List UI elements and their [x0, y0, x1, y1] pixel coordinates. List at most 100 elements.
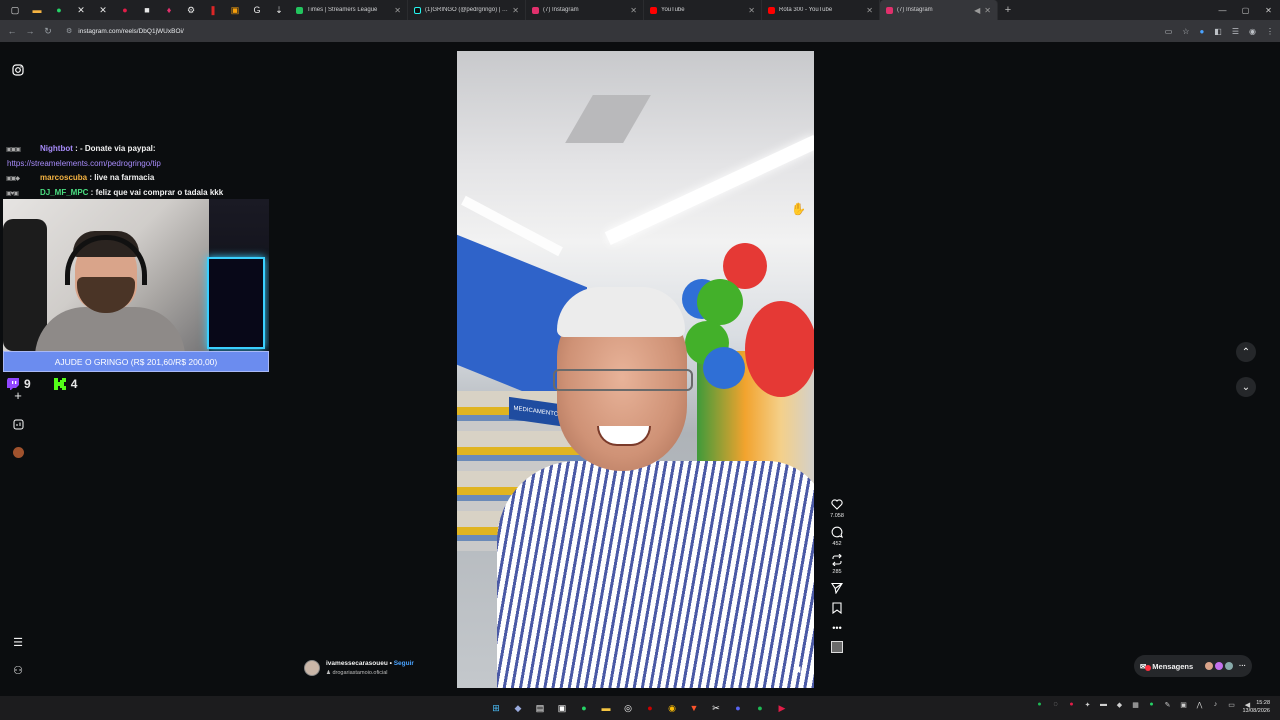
tray-icon[interactable]: ▬ [1098, 701, 1109, 715]
pinned-tab-icon[interactable]: ■ [136, 0, 158, 20]
pinned-tab-icon[interactable]: ▣ [224, 0, 246, 20]
author-avatar[interactable] [304, 660, 320, 676]
notepad-icon[interactable]: ▤ [532, 700, 548, 716]
tab-rota-300[interactable]: Rota 300 - YouTube ✕ [762, 0, 880, 20]
address-bar[interactable]: ⚙ instagram.com/reels/DbQ1jWUxBOi/ [60, 23, 1120, 39]
pinned-tab-icon[interactable]: ✕ [92, 0, 114, 20]
tab-streamers-league[interactable]: Times | Streamers League ✕ [290, 0, 408, 20]
app-icon[interactable]: ◆ [510, 700, 526, 716]
network-icon[interactable]: ▭ [1226, 701, 1237, 715]
messages-button[interactable]: ✉ Mensagens ··· [1134, 655, 1252, 677]
windows-start-icon[interactable]: ⊞ [488, 700, 504, 716]
repost-count[interactable]: 285 [832, 569, 841, 575]
comment-count[interactable]: 452 [832, 541, 841, 547]
reel-balloon [745, 301, 814, 397]
previous-reel-button[interactable]: ⌃ [1236, 342, 1256, 362]
extension-icon[interactable]: ● [1199, 27, 1204, 36]
microphone-icon[interactable]: ♪ [1210, 701, 1221, 715]
pinned-tab-icon[interactable]: ● [114, 0, 136, 20]
spotify-icon[interactable]: ● [752, 700, 768, 716]
reel-person-glasses [553, 369, 693, 391]
speaker-icon[interactable]: ◀ [974, 6, 980, 15]
terminal-icon[interactable]: ▣ [554, 700, 570, 716]
tray-icon[interactable]: ◆ [1114, 701, 1125, 715]
share-action [826, 581, 848, 595]
maximize-icon[interactable]: ▢ [1234, 6, 1257, 15]
tray-icon[interactable]: ✎ [1162, 701, 1173, 715]
streamer-webcam [3, 199, 269, 351]
brave-icon[interactable]: ▼ [686, 700, 702, 716]
close-icon[interactable]: ✕ [748, 6, 755, 15]
app-icon[interactable]: ● [642, 700, 658, 716]
obs-icon[interactable]: ◎ [620, 700, 636, 716]
pinned-tab-icon[interactable]: ✕ [70, 0, 92, 20]
pinned-tab-icon[interactable]: ▬ [26, 0, 48, 20]
chrome-icon[interactable]: ◉ [664, 700, 680, 716]
pinned-tab-icon[interactable]: ⇣ [268, 0, 290, 20]
tray-icon[interactable]: ◌ [1050, 701, 1061, 715]
tab-youtube[interactable]: YouTube ✕ [644, 0, 762, 20]
author-name[interactable]: ivamessecarasoueu [326, 660, 388, 667]
tab-instagram-active[interactable]: (7) Instagram ◀ ✕ [880, 0, 998, 20]
more-options-icon[interactable]: ••• [830, 621, 844, 635]
close-icon[interactable]: ✕ [394, 6, 401, 15]
tab-tiktok[interactable]: (1)GRINGO (@pedrgringo) | TikTok ✕ [408, 0, 526, 20]
more-menu-icon[interactable]: ☰ [10, 634, 26, 650]
share-icon[interactable] [830, 581, 844, 595]
repost-icon[interactable] [830, 553, 844, 567]
audio-thumbnail-icon[interactable] [831, 641, 843, 653]
extensions-puzzle-icon[interactable]: ◧ [1214, 27, 1222, 36]
discord-icon[interactable]: ● [730, 700, 746, 716]
close-icon[interactable]: ✕ [630, 6, 637, 15]
close-icon[interactable]: ✕ [984, 6, 991, 15]
chat-link[interactable]: https://streamelements.com/pedrogringo/t… [6, 157, 268, 171]
dashboard-icon[interactable] [10, 416, 26, 432]
tray-icon[interactable]: ● [1066, 701, 1077, 715]
profile-avatar-icon[interactable] [10, 444, 26, 460]
minimize-icon[interactable]: — [1211, 6, 1234, 15]
tray-icon[interactable]: ▦ [1130, 701, 1141, 715]
install-app-icon[interactable]: ▭ [1165, 27, 1173, 36]
spotify-tray-icon[interactable]: ● [1034, 701, 1045, 715]
whatsapp-icon[interactable]: ● [576, 700, 592, 716]
instagram-logo-icon[interactable] [10, 62, 26, 78]
tab-instagram[interactable]: (7) Instagram ✕ [526, 0, 644, 20]
new-tab-button[interactable]: + [998, 4, 1018, 16]
audio-muted-icon[interactable]: ◀ [790, 664, 804, 678]
meta-apps-icon[interactable]: ⚇ [10, 662, 26, 678]
back-icon[interactable]: ← [6, 26, 18, 36]
whatsapp-icon[interactable]: ● [48, 0, 70, 20]
close-icon[interactable]: ✕ [866, 6, 873, 15]
close-window-icon[interactable]: ✕ [1257, 6, 1280, 15]
profile-icon[interactable]: ◉ [1249, 27, 1256, 36]
system-clock[interactable]: 15:28 13/08/2026 [1242, 699, 1270, 715]
bookmark-star-icon[interactable]: ☆ [1182, 27, 1189, 36]
like-count[interactable]: 7.058 [830, 513, 844, 519]
pinned-tab-icon[interactable]: ♦ [158, 0, 180, 20]
next-reel-button[interactable]: ⌄ [1236, 377, 1256, 397]
reel-balloon [703, 347, 745, 389]
menu-icon[interactable]: ⋮ [1266, 27, 1274, 36]
reel-audio-label[interactable]: drogariastamoio.oficial [332, 670, 387, 676]
gear-icon[interactable]: ⚙ [180, 0, 202, 20]
comment-icon[interactable] [830, 525, 844, 539]
pinned-tab-icon[interactable]: ❚ [202, 0, 224, 20]
reel-video[interactable]: MEDICAMENTOS ◀ [457, 51, 814, 688]
reload-icon[interactable]: ↻ [42, 26, 54, 37]
tray-icon[interactable]: ● [1146, 701, 1157, 715]
follow-button[interactable]: Seguir [394, 660, 414, 667]
capcut-icon[interactable]: ✂ [708, 700, 724, 716]
bookmark-icon[interactable] [830, 601, 844, 615]
close-icon[interactable]: ✕ [512, 6, 519, 15]
heart-icon[interactable] [830, 497, 844, 511]
site-info-icon[interactable]: ⚙ [66, 27, 72, 35]
google-icon[interactable]: G [246, 0, 268, 20]
pinned-tab-icon[interactable]: ▢ [4, 0, 26, 20]
tray-icon[interactable]: ✦ [1082, 701, 1093, 715]
media-player-icon[interactable]: ▶ [774, 700, 790, 716]
file-explorer-icon[interactable]: ▬ [598, 700, 614, 716]
tray-icon[interactable]: ▣ [1178, 701, 1189, 715]
forward-icon[interactable]: → [24, 26, 36, 36]
sidebar-icon[interactable]: ☰ [1232, 27, 1239, 36]
tray-icon[interactable]: ⋀ [1194, 701, 1205, 715]
